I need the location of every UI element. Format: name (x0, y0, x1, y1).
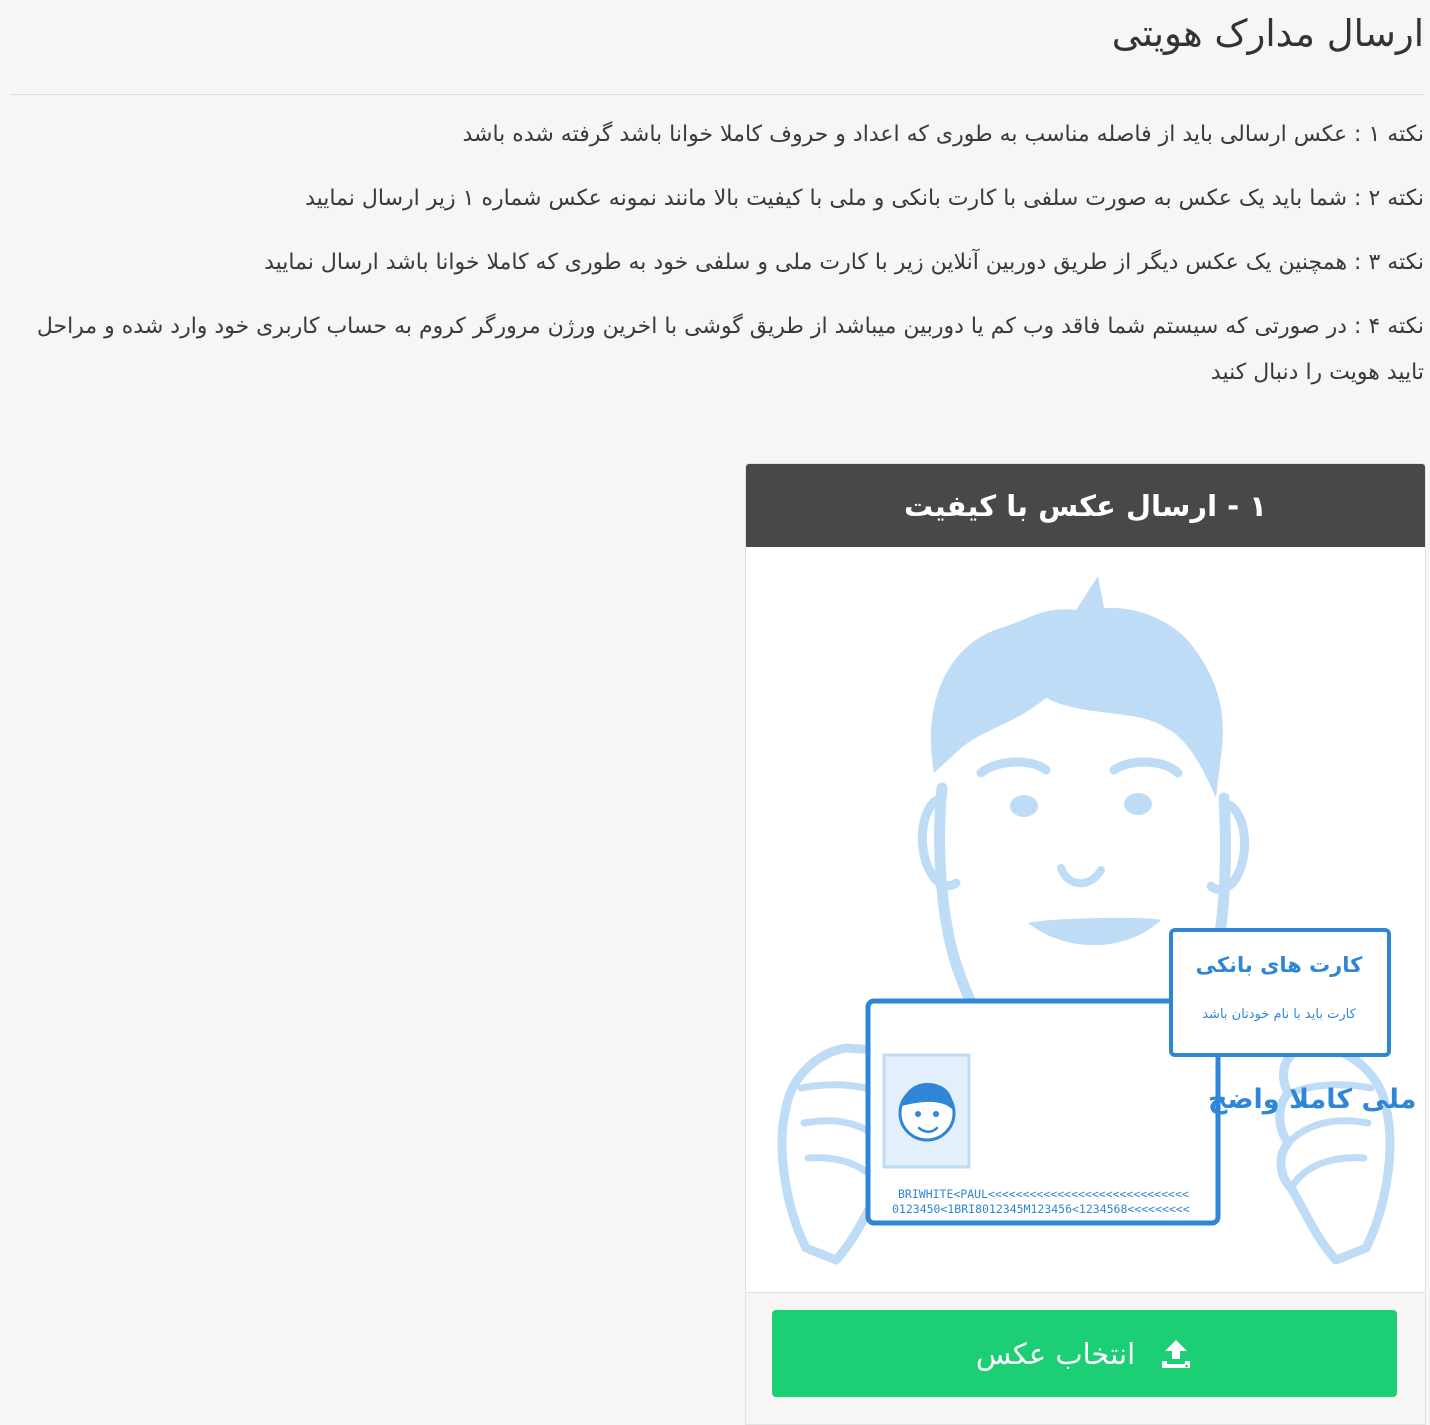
select-photo-button[interactable]: انتخاب عکس (772, 1310, 1397, 1397)
notes-list: نکته ۱ : عکس ارسالی باید از فاصله مناسب … (34, 112, 1424, 414)
nose (1057, 864, 1105, 888)
card-footer: انتخاب عکس (746, 1292, 1425, 1424)
right-eye (1124, 793, 1152, 815)
note-1: نکته ۱ : عکس ارسالی باید از فاصله مناسب … (462, 122, 1425, 147)
upload-card: ۱ - ارسال عکس با کیفیت ملی کاملا واضح BR… (745, 463, 1426, 1425)
note-4: نکته ۴ : در صورتی که سیستم شما فاقد وب ک… (36, 314, 1424, 385)
mrz-line-2: 0123450<1BRI8012345M123456<1234568<<<<<<… (892, 1202, 1190, 1216)
page-title: ارسال مدارک هویتی (1111, 12, 1424, 55)
title-divider (10, 94, 1424, 95)
bank-card-title: کارت های بانکی (1196, 953, 1364, 977)
selfie-with-cards-image: کارت ملی کاملا واضح BRIWHITE<PAUL<<<<<<<… (777, 576, 1425, 1265)
note-2: نکته ۲ : شما باید یک عکس به صورت سلفی با… (305, 186, 1424, 211)
bank-card (1169, 928, 1391, 1057)
card-header: ۱ - ارسال عکس با کیفیت (746, 464, 1425, 547)
sample-selfie-illustration: کارت ملی کاملا واضح BRIWHITE<PAUL<<<<<<<… (746, 548, 1425, 1290)
left-eyebrow (976, 757, 1051, 778)
note-3: نکته ۳ : همچنین یک عکس دیگر از طریق دورب… (264, 250, 1424, 275)
select-photo-label: انتخاب عکس (975, 1336, 1136, 1371)
right-hand (1275, 1043, 1395, 1265)
bank-card-subtitle: کارت باید با نام خودتان باشد (1202, 1007, 1356, 1022)
right-eyebrow (1109, 757, 1183, 778)
upload-icon (1162, 1339, 1191, 1368)
smile (1028, 917, 1161, 946)
mrz-line-1: BRIWHITE<PAUL<<<<<<<<<<<<<<<<<<<<<<<<<<<… (898, 1187, 1189, 1201)
hair-shape (930, 576, 1223, 798)
national-card-label: کارت ملی کاملا واضح (1208, 1084, 1425, 1115)
left-eye (1010, 795, 1038, 817)
